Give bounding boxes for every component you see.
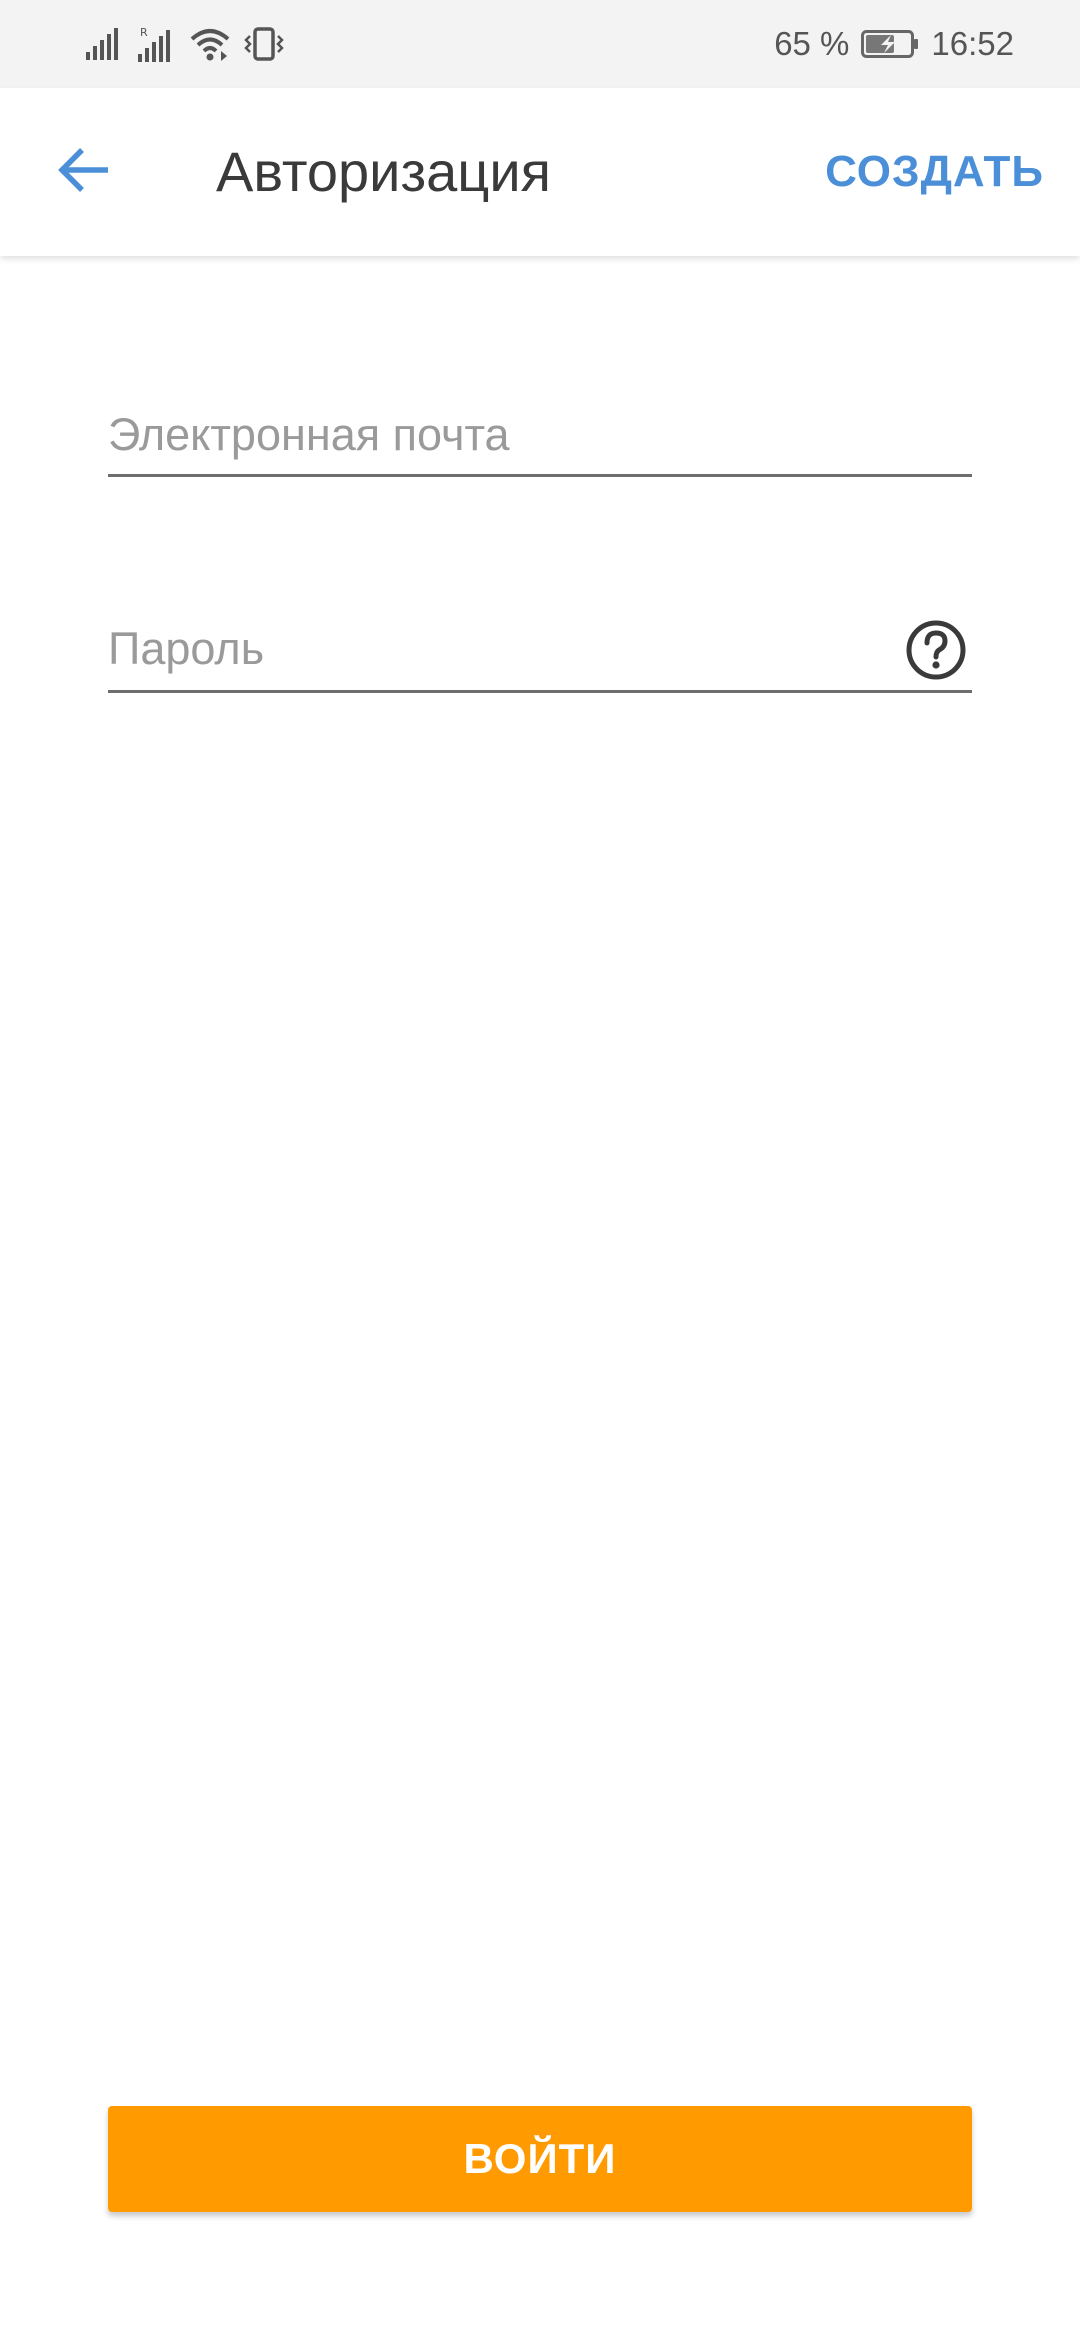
app-bar: Авторизация СОЗДАТЬ <box>0 88 1080 256</box>
login-button-label: ВОЙТИ <box>463 2135 617 2182</box>
battery-charging-icon <box>861 30 919 58</box>
wifi-icon <box>190 27 230 61</box>
create-account-button[interactable]: СОЗДАТЬ <box>825 146 1044 198</box>
back-button[interactable] <box>40 128 128 216</box>
status-bar: R 65 % 16:52 <box>0 0 1080 88</box>
status-icons-left: R <box>86 22 284 66</box>
password-field[interactable] <box>108 614 888 684</box>
password-field-container <box>108 614 972 693</box>
email-field-container <box>108 400 972 477</box>
clock: 16:52 <box>931 25 1014 62</box>
help-circle-icon[interactable] <box>904 618 968 682</box>
battery-percent: 65 % <box>774 25 850 62</box>
login-button[interactable]: ВОЙТИ <box>108 2106 972 2212</box>
cellular-signal-icon <box>86 28 122 60</box>
arrow-back-icon <box>56 146 112 199</box>
status-info-right: 65 % 16:52 <box>774 22 1014 66</box>
email-field[interactable] <box>108 400 888 470</box>
page-title: Авторизация <box>216 140 551 203</box>
svg-text:R: R <box>140 26 148 39</box>
vibrate-icon <box>244 27 284 61</box>
cellular-signal-roaming-icon: R <box>136 26 176 62</box>
